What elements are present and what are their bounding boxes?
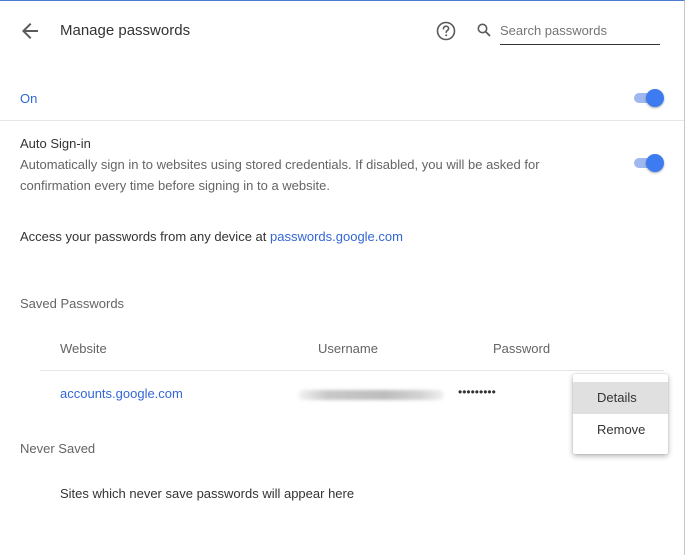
saved-website-link[interactable]: accounts.google.com <box>60 386 183 401</box>
menu-item-details[interactable]: Details <box>573 382 668 414</box>
password-actions-menu: Details Remove <box>573 374 668 454</box>
toggle-knob <box>646 154 664 172</box>
saved-password-masked: ••••••••• <box>458 385 496 399</box>
passwords-google-link[interactable]: passwords.google.com <box>270 229 403 244</box>
never-saved-heading: Never Saved <box>20 441 96 456</box>
toggle-knob <box>646 89 664 107</box>
auto-signin-title: Auto Sign-in <box>20 136 91 151</box>
column-header-password: Password <box>493 341 551 356</box>
table-row[interactable]: accounts.google.com ••••••••• <box>40 372 664 416</box>
saved-passwords-table-header: Website Username Password <box>40 331 664 371</box>
saved-passwords-heading: Saved Passwords <box>20 296 125 311</box>
enable-toggle[interactable] <box>632 89 664 107</box>
auto-signin-toggle[interactable] <box>632 154 664 172</box>
back-arrow-icon[interactable] <box>18 19 42 43</box>
saved-username-redacted <box>298 390 444 400</box>
access-prefix-text: Access your passwords from any device at <box>20 229 270 244</box>
menu-item-remove[interactable]: Remove <box>573 414 668 446</box>
page-title: Manage passwords <box>60 22 191 39</box>
column-header-website: Website <box>60 341 107 356</box>
search-input[interactable] <box>500 17 660 45</box>
passwords-page: Manage passwords On Auto Sign-in <box>0 0 685 555</box>
search-box <box>476 17 661 45</box>
never-saved-empty-text: Sites which never save passwords will ap… <box>60 486 355 501</box>
header: Manage passwords <box>0 1 684 61</box>
search-icon <box>476 22 492 38</box>
column-header-username: Username <box>318 341 378 356</box>
enable-status-label: On <box>20 91 38 106</box>
password-manager-enable-row: On <box>0 75 684 121</box>
auto-signin-description: Automatically sign in to websites using … <box>20 157 540 193</box>
access-passwords-line: Access your passwords from any device at… <box>20 229 403 244</box>
help-icon[interactable] <box>434 19 458 43</box>
